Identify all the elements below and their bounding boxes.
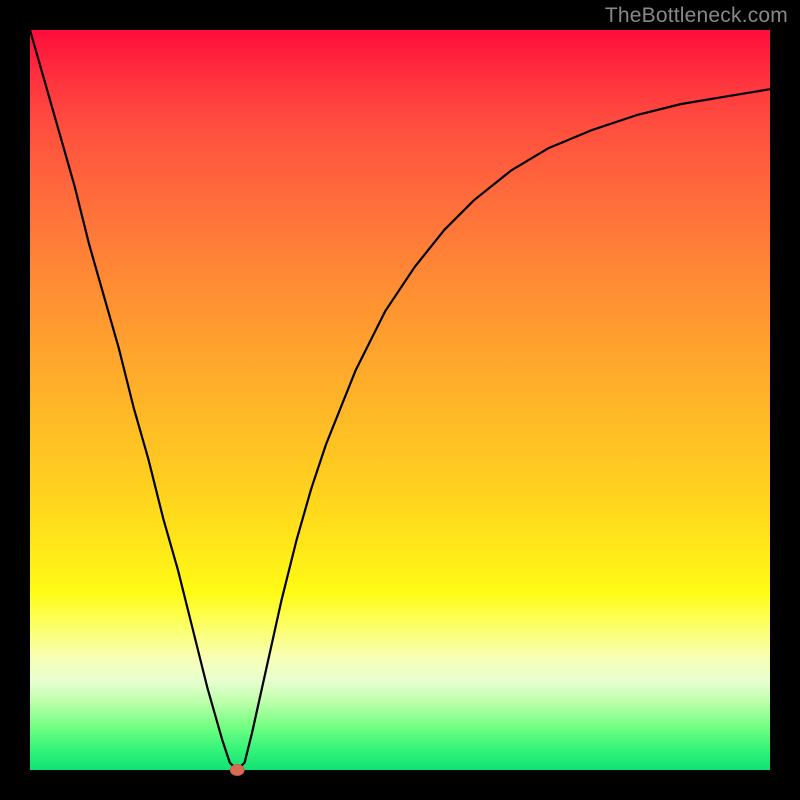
chart-svg — [30, 30, 770, 770]
watermark-text: TheBottleneck.com — [605, 4, 788, 28]
optimal-point-marker — [230, 765, 244, 776]
bottleneck-curve — [30, 30, 770, 770]
plot-area — [30, 30, 770, 770]
chart-frame: TheBottleneck.com — [0, 0, 800, 800]
